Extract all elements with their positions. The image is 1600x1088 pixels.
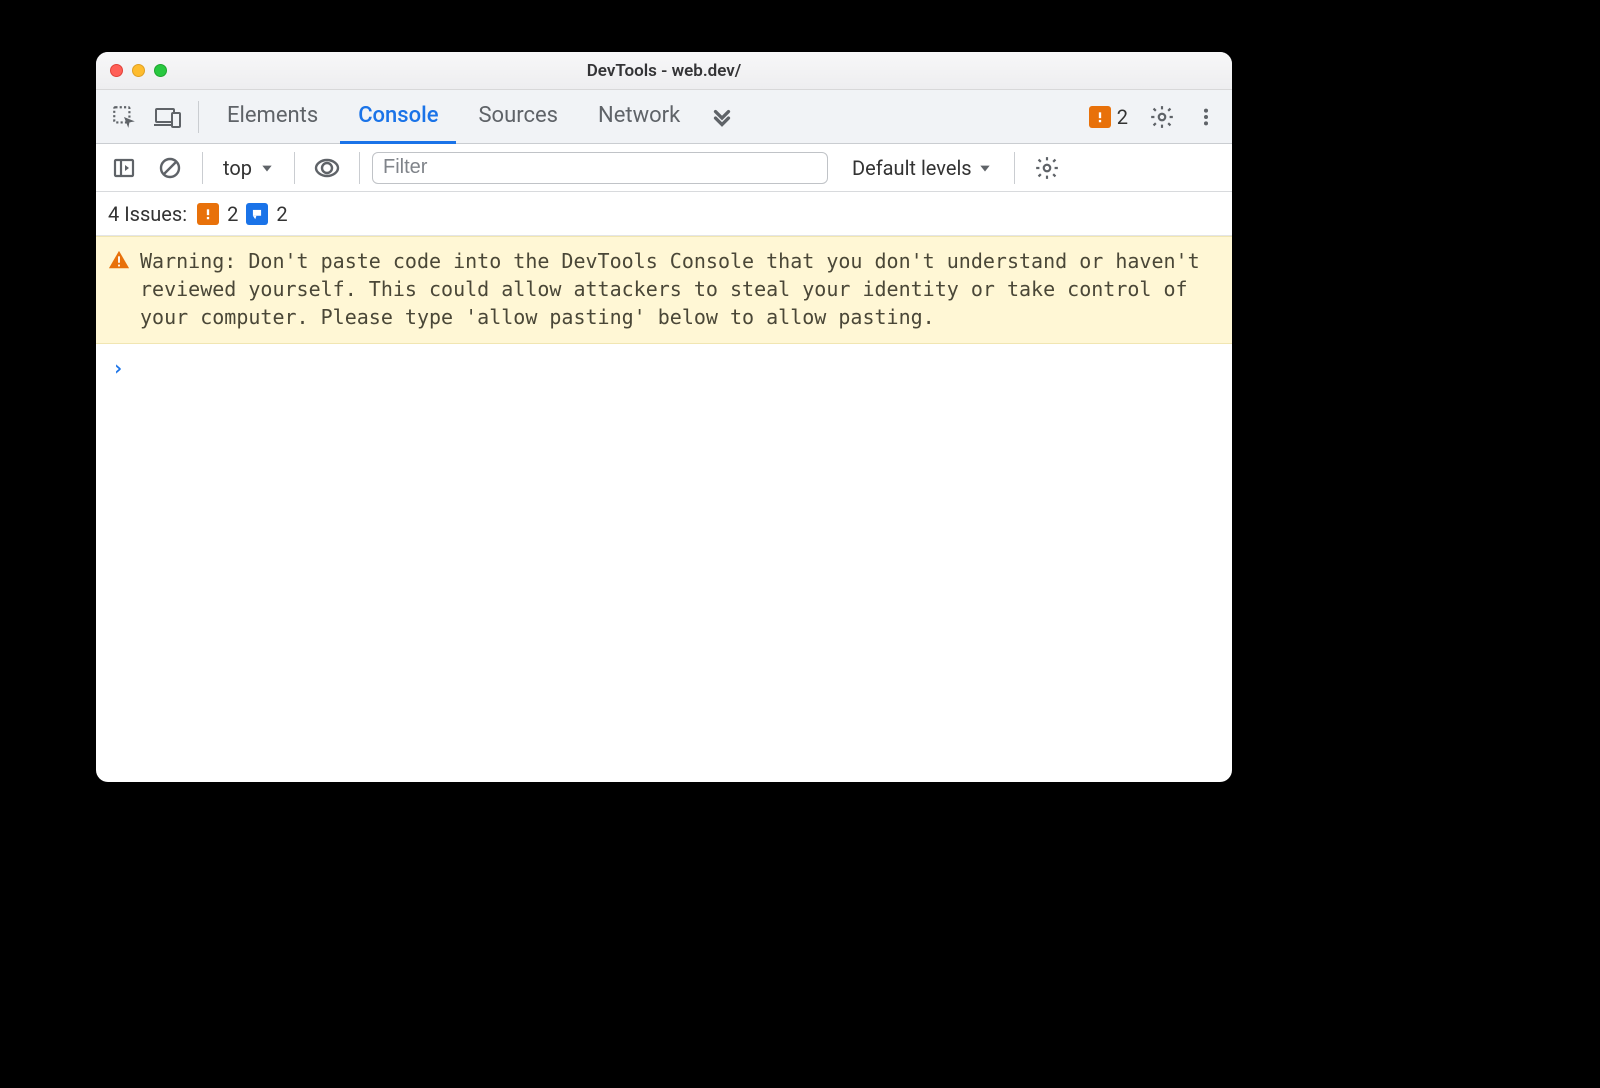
error-count-badge[interactable]: 2 bbox=[1089, 105, 1128, 129]
settings-icon[interactable] bbox=[1142, 97, 1182, 137]
warning-icon bbox=[1089, 106, 1111, 128]
window-zoom-button[interactable] bbox=[154, 64, 167, 77]
live-expression-icon[interactable] bbox=[307, 148, 347, 188]
separator bbox=[202, 152, 203, 184]
tab-network[interactable]: Network bbox=[580, 90, 698, 144]
panel-tabstrip: Elements Console Sources Network 2 bbox=[96, 90, 1232, 144]
separator bbox=[198, 101, 199, 133]
warning-triangle-icon bbox=[108, 249, 130, 331]
issues-bar[interactable]: 4 Issues: 2 2 bbox=[96, 192, 1232, 236]
filter-field[interactable] bbox=[372, 152, 828, 184]
issues-warn-count: 2 bbox=[227, 202, 238, 226]
context-label: top bbox=[223, 156, 252, 180]
clear-console-icon[interactable] bbox=[150, 148, 190, 188]
prompt-chevron-icon: › bbox=[112, 356, 124, 380]
devtools-window: DevTools - web.dev/ Elements Console Sou… bbox=[96, 52, 1232, 782]
warning-text: Warning: Don't paste code into the DevTo… bbox=[140, 247, 1216, 331]
filter-input[interactable] bbox=[372, 152, 828, 184]
tab-sources[interactable]: Sources bbox=[460, 90, 576, 144]
issues-label: 4 Issues: bbox=[108, 202, 187, 226]
separator bbox=[1014, 152, 1015, 184]
window-title: DevTools - web.dev/ bbox=[96, 61, 1232, 81]
inspect-element-icon[interactable] bbox=[104, 97, 144, 137]
issues-info-count: 2 bbox=[276, 202, 287, 226]
traffic-lights bbox=[110, 64, 167, 77]
device-toolbar-icon[interactable] bbox=[148, 97, 188, 137]
separator bbox=[359, 152, 360, 184]
log-levels-selector[interactable]: Default levels bbox=[834, 156, 1002, 180]
levels-label: Default levels bbox=[852, 156, 972, 180]
console-settings-icon[interactable] bbox=[1027, 148, 1067, 188]
error-count-number: 2 bbox=[1117, 105, 1128, 129]
window-titlebar: DevTools - web.dev/ bbox=[96, 52, 1232, 90]
issues-badges: 2 2 bbox=[197, 202, 288, 226]
context-selector[interactable]: top bbox=[215, 156, 282, 180]
dropdown-triangle-icon bbox=[978, 161, 992, 175]
tab-console[interactable]: Console bbox=[340, 90, 456, 144]
warning-icon bbox=[197, 203, 219, 225]
dropdown-triangle-icon bbox=[260, 161, 274, 175]
more-tabs-icon[interactable] bbox=[702, 97, 742, 137]
window-minimize-button[interactable] bbox=[132, 64, 145, 77]
console-warning-message: Warning: Don't paste code into the DevTo… bbox=[96, 236, 1232, 344]
tab-elements[interactable]: Elements bbox=[209, 90, 336, 144]
console-prompt[interactable]: › bbox=[96, 344, 1232, 392]
info-icon bbox=[246, 203, 268, 225]
kebab-menu-icon[interactable] bbox=[1186, 97, 1226, 137]
window-close-button[interactable] bbox=[110, 64, 123, 77]
toggle-sidebar-icon[interactable] bbox=[104, 148, 144, 188]
console-toolbar: top Default levels bbox=[96, 144, 1232, 192]
separator bbox=[294, 152, 295, 184]
